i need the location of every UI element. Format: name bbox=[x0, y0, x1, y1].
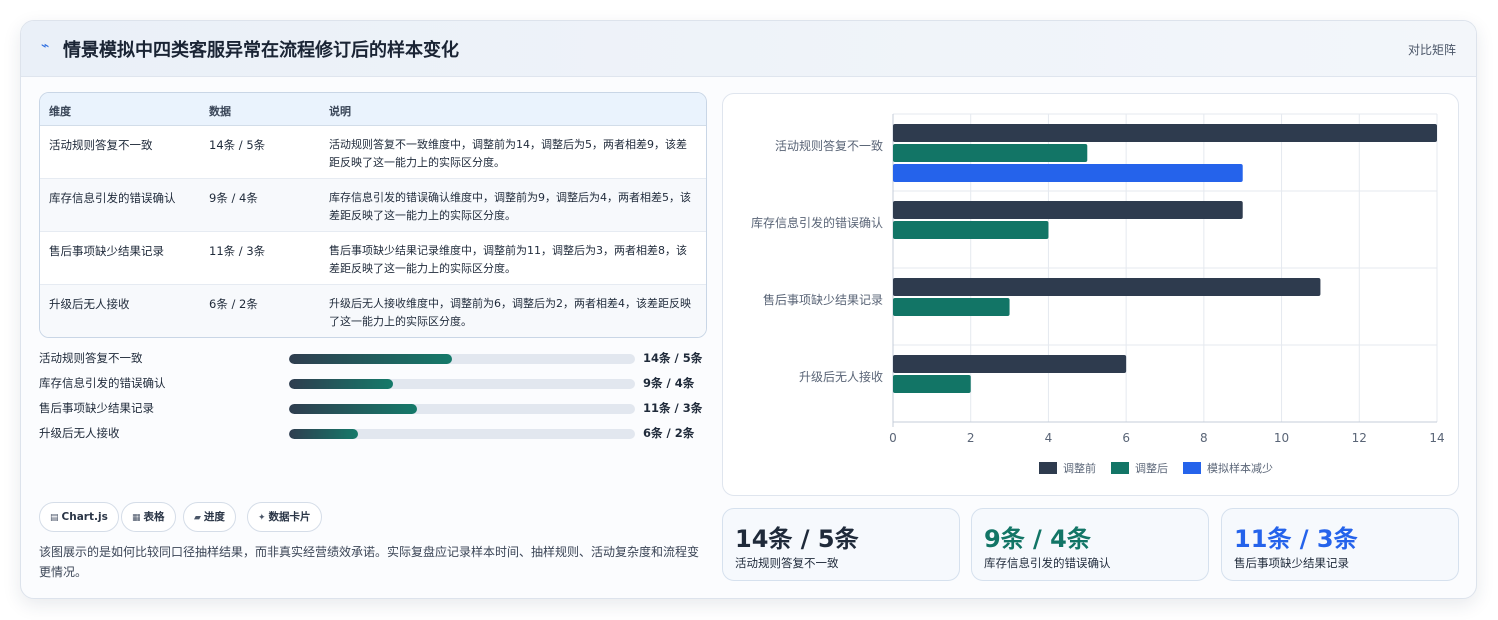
progress-row: 售后事项缺少结果记录 11条 / 3条 bbox=[39, 398, 709, 418]
progress-value: 6条 / 2条 bbox=[643, 426, 695, 440]
progress-row: 升级后无人接收 6条 / 2条 bbox=[39, 423, 709, 443]
legend-swatch bbox=[1039, 462, 1057, 474]
progress-value: 14条 / 5条 bbox=[643, 351, 703, 365]
cell-description: 库存信息引发的错误确认维度中，调整前为9，调整后为4，两者相差5，该差距反映了这… bbox=[329, 191, 691, 222]
progress-label: 升级后无人接收 bbox=[39, 426, 120, 440]
progress-row: 库存信息引发的错误确认 9条 / 4条 bbox=[39, 373, 709, 393]
chip-chartjs[interactable]: ▤ Chart.js bbox=[39, 502, 119, 532]
chip-data-cards[interactable]: ✦ 数据卡片 bbox=[247, 502, 322, 532]
legend-label: 模拟样本减少 bbox=[1207, 461, 1273, 475]
legend-swatch bbox=[1111, 462, 1129, 474]
y-tick-label: 活动规则答复不一致 bbox=[775, 138, 883, 153]
stat-label: 售后事项缺少结果记录 bbox=[1234, 556, 1349, 570]
stat-value: 9条 / 4条 bbox=[984, 525, 1091, 553]
bar bbox=[893, 375, 971, 393]
sparkle-icon: ✦ bbox=[258, 513, 266, 523]
x-tick-label: 10 bbox=[1274, 431, 1289, 445]
legend-label: 调整前 bbox=[1063, 461, 1096, 475]
table-header: 维度 数据 说明 bbox=[40, 93, 706, 126]
x-tick-label: 8 bbox=[1200, 431, 1208, 445]
chip-label: 表格 bbox=[143, 511, 165, 523]
x-tick-label: 6 bbox=[1122, 431, 1130, 445]
progress-fill bbox=[289, 379, 393, 389]
y-tick-label: 售后事项缺少结果记录 bbox=[763, 292, 883, 307]
column-header-data: 数据 bbox=[209, 105, 231, 118]
folder-icon: ▰ bbox=[194, 513, 201, 523]
cell-dimension: 升级后无人接收 bbox=[49, 297, 130, 311]
bar bbox=[893, 355, 1127, 373]
chip-label: 数据卡片 bbox=[268, 511, 311, 523]
x-tick-label: 12 bbox=[1352, 431, 1367, 445]
x-tick-label: 4 bbox=[1045, 431, 1053, 445]
cell-dimension: 售后事项缺少结果记录 bbox=[49, 244, 164, 258]
stat-value: 11条 / 3条 bbox=[1234, 525, 1358, 553]
cell-description: 活动规则答复不一致维度中，调整前为14，调整后为5，两者相差9，该差距反映了这一… bbox=[329, 138, 687, 169]
x-tick-label: 0 bbox=[889, 431, 897, 445]
progress-row: 活动规则答复不一致 14条 / 5条 bbox=[39, 348, 709, 368]
cell-data: 11条 / 3条 bbox=[209, 244, 266, 258]
page-title: 情景模拟中四类客服异常在流程修订后的样本变化 bbox=[63, 40, 459, 61]
stat-label: 活动规则答复不一致 bbox=[735, 556, 839, 570]
progress-track bbox=[289, 404, 635, 414]
x-tick-label: 2 bbox=[967, 431, 975, 445]
cell-data: 14条 / 5条 bbox=[209, 138, 266, 152]
column-header-dimension: 维度 bbox=[49, 105, 71, 118]
progress-track bbox=[289, 354, 635, 364]
table-row: 库存信息引发的错误确认 9条 / 4条 库存信息引发的错误确认维度中，调整前为9… bbox=[40, 179, 706, 232]
cell-description: 升级后无人接收维度中，调整前为6，调整后为2，两者相差4，该差距反映了这一能力上… bbox=[329, 297, 691, 328]
chip-progress[interactable]: ▰ 进度 bbox=[183, 502, 236, 532]
compare-matrix-label: 对比矩阵 bbox=[1407, 43, 1456, 57]
progress-track bbox=[289, 429, 635, 439]
y-tick-label: 库存信息引发的错误确认 bbox=[751, 215, 883, 230]
bar bbox=[893, 144, 1088, 162]
y-tick-label: 升级后无人接收 bbox=[799, 369, 883, 384]
chip-table[interactable]: ▦ 表格 bbox=[121, 502, 176, 532]
chip-label: 进度 bbox=[203, 511, 225, 523]
bar-chart: 活动规则答复不一致库存信息引发的错误确认售后事项缺少结果记录升级后无人接收 0 2 4… bbox=[751, 113, 1445, 475]
bar bbox=[893, 124, 1437, 142]
cell-dimension: 库存信息引发的错误确认 bbox=[49, 191, 176, 205]
data-table: 维度 数据 说明 活动规则答复不一致 14条 / 5条 活动规则答复不一致维度中… bbox=[39, 92, 707, 338]
bar bbox=[893, 164, 1243, 182]
bar bbox=[893, 278, 1321, 296]
stat-card: 9条 / 4条 库存信息引发的错误确认 bbox=[971, 508, 1209, 581]
table-row: 售后事项缺少结果记录 11条 / 3条 售后事项缺少结果记录维度中，调整前为11… bbox=[40, 232, 706, 285]
progress-track bbox=[289, 379, 635, 389]
chart-logo-icon: ⌁ bbox=[41, 38, 50, 54]
progress-fill bbox=[289, 429, 359, 439]
progress-fill bbox=[289, 354, 452, 364]
cell-dimension: 活动规则答复不一致 bbox=[49, 138, 153, 152]
progress-label: 售后事项缺少结果记录 bbox=[39, 401, 154, 415]
progress-value: 11条 / 3条 bbox=[643, 401, 703, 415]
legend-swatch bbox=[1183, 462, 1201, 474]
column-header-description: 说明 bbox=[329, 105, 351, 118]
progress-label: 活动规则答复不一致 bbox=[39, 351, 143, 365]
bar bbox=[893, 298, 1010, 316]
legend-label: 调整后 bbox=[1135, 461, 1168, 475]
progress-label: 库存信息引发的错误确认 bbox=[39, 376, 166, 390]
table-icon: ▦ bbox=[132, 513, 141, 523]
stat-card: 14条 / 5条 活动规则答复不一致 bbox=[722, 508, 960, 581]
stat-card: 11条 / 3条 售后事项缺少结果记录 bbox=[1221, 508, 1459, 581]
stat-value: 14条 / 5条 bbox=[735, 525, 859, 553]
bar-chart-panel: 活动规则答复不一致库存信息引发的错误确认售后事项缺少结果记录升级后无人接收 0 2 4… bbox=[722, 93, 1459, 496]
progress-fill bbox=[289, 404, 418, 414]
table-row: 升级后无人接收 6条 / 2条 升级后无人接收维度中，调整前为6，调整后为2，两… bbox=[40, 285, 706, 337]
main-card: ⌁ 情景模拟中四类客服异常在流程修订后的样本变化 对比矩阵 维度 数据 说明 活… bbox=[20, 20, 1477, 599]
header-bar: ⌁ 情景模拟中四类客服异常在流程修订后的样本变化 对比矩阵 bbox=[21, 21, 1476, 77]
chip-label: Chart.js bbox=[61, 511, 108, 523]
cell-description: 售后事项缺少结果记录维度中，调整前为11，调整后为3，两者相差8，该差距反映了这… bbox=[329, 244, 687, 275]
bar bbox=[893, 221, 1049, 239]
x-tick-label: 14 bbox=[1429, 431, 1444, 445]
stat-label: 库存信息引发的错误确认 bbox=[984, 556, 1111, 570]
chart-icon: ▤ bbox=[50, 513, 59, 523]
cell-data: 6条 / 2条 bbox=[209, 297, 258, 311]
progress-value: 9条 / 4条 bbox=[643, 376, 695, 390]
bar bbox=[893, 201, 1243, 219]
cell-data: 9条 / 4条 bbox=[209, 191, 258, 205]
footnote: 该图展示的是如何比较同口径抽样结果，而非真实经营绩效承诺。实际复盘应记录样本时间… bbox=[39, 545, 700, 579]
table-row: 活动规则答复不一致 14条 / 5条 活动规则答复不一致维度中，调整前为14，调… bbox=[40, 126, 706, 179]
